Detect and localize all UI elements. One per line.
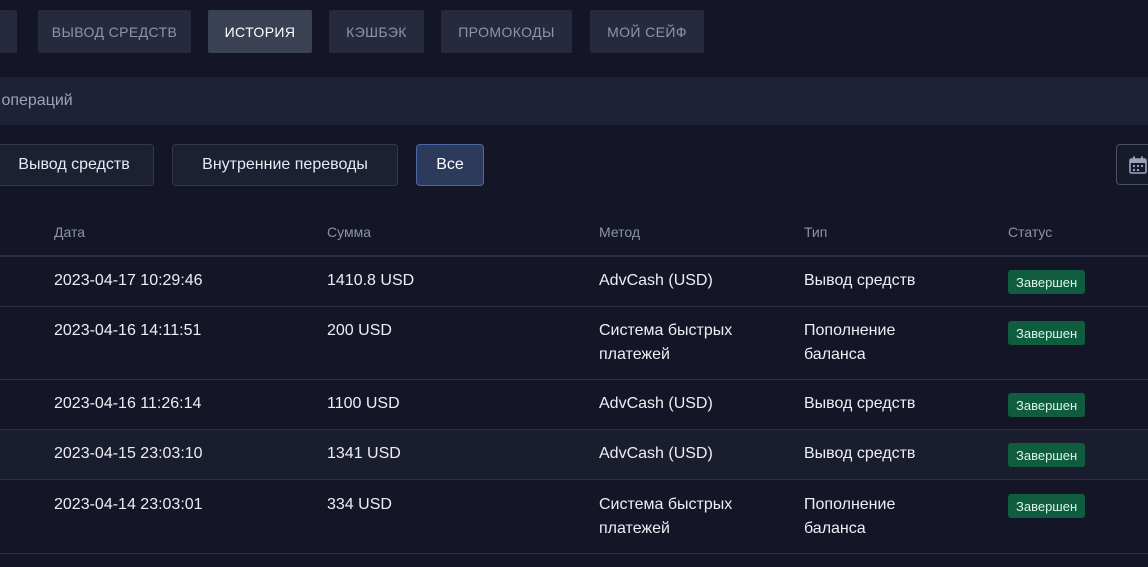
cell-method: AdvCash (USD) bbox=[599, 272, 713, 289]
cell-method: AdvCash (USD) bbox=[599, 445, 713, 462]
cell-date: 2023-04-14 23:03:01 bbox=[54, 496, 203, 513]
column-header-method: Метод bbox=[599, 224, 641, 240]
cell-method: Система быстрых платежей bbox=[599, 322, 733, 363]
page: А ВЫВОД СРЕДСТВ ИСТОРИЯ КЭШБЭК ПРОМОКОДЫ… bbox=[0, 0, 1148, 567]
cell-type: Пополнение баланса bbox=[804, 496, 896, 537]
cell-date: 2023-04-15 23:03:10 bbox=[54, 445, 203, 462]
column-header-date: Дата bbox=[54, 224, 86, 240]
table-row[interactable]: 2023-04-16 14:11:51 200 USD Система быст… bbox=[0, 307, 1148, 380]
tab-withdraw[interactable]: ВЫВОД СРЕДСТВ bbox=[38, 10, 191, 53]
cell-amount: 1410.8 USD bbox=[327, 272, 415, 289]
filter-internal-transfers-button[interactable]: Внутренние переводы bbox=[172, 144, 398, 186]
table-header: Дата Сумма Метод Тип Статус bbox=[0, 206, 1148, 256]
cell-type: Вывод средств bbox=[804, 445, 916, 462]
cell-type: Пополнение баланса bbox=[804, 322, 896, 363]
tab-cashback[interactable]: КЭШБЭК bbox=[329, 10, 424, 53]
cell-date: 2023-04-16 14:11:51 bbox=[54, 322, 202, 339]
calendar-button[interactable] bbox=[1116, 144, 1148, 185]
table-row[interactable]: 2023-04-14 23:03:01 334 USD Система быст… bbox=[0, 480, 1148, 554]
cell-date: 2023-04-16 11:26:14 bbox=[54, 395, 202, 412]
table-row[interactable]: 2023-04-16 11:26:14 1100 USD AdvCash (US… bbox=[0, 380, 1148, 430]
cell-amount: 334 USD bbox=[327, 496, 392, 513]
cell-type: Вывод средств bbox=[804, 395, 916, 412]
cell-amount: 1341 USD bbox=[327, 445, 401, 462]
tab-partial[interactable]: А bbox=[0, 10, 17, 53]
table-row[interactable]: 2023-04-15 23:03:10 1341 USD AdvCash (US… bbox=[0, 430, 1148, 480]
cell-amount: 1100 USD bbox=[327, 395, 400, 412]
tab-my-safe[interactable]: МОЙ СЕЙФ bbox=[590, 10, 704, 53]
column-header-status: Статус bbox=[1008, 224, 1053, 240]
table-row[interactable]: 2023-04-17 10:29:46 1410.8 USD AdvCash (… bbox=[0, 257, 1148, 307]
tab-promocodes[interactable]: ПРОМОКОДЫ bbox=[441, 10, 572, 53]
cell-method: Система быстрых платежей bbox=[599, 496, 733, 537]
filter-withdraw-button[interactable]: Вывод средств bbox=[0, 144, 154, 186]
filter-all-button[interactable]: Все bbox=[416, 144, 484, 186]
cell-type: Вывод средств bbox=[804, 272, 916, 289]
status-badge: Завершен bbox=[1008, 494, 1086, 518]
status-badge: Завершен bbox=[1008, 270, 1086, 294]
column-header-type: Тип bbox=[804, 224, 828, 240]
column-header-amount: Сумма bbox=[327, 224, 371, 240]
tab-history[interactable]: ИСТОРИЯ bbox=[208, 10, 312, 53]
cell-amount: 200 USD bbox=[327, 322, 392, 339]
section-title: к операций bbox=[0, 92, 73, 109]
calendar-icon bbox=[1129, 156, 1147, 174]
status-badge: Завершен bbox=[1008, 321, 1086, 345]
cell-method: AdvCash (USD) bbox=[599, 395, 713, 412]
status-badge: Завершен bbox=[1008, 443, 1086, 467]
cell-date: 2023-04-17 10:29:46 bbox=[54, 272, 203, 289]
section-header: к операций bbox=[0, 77, 1148, 125]
status-badge: Завершен bbox=[1008, 393, 1086, 417]
